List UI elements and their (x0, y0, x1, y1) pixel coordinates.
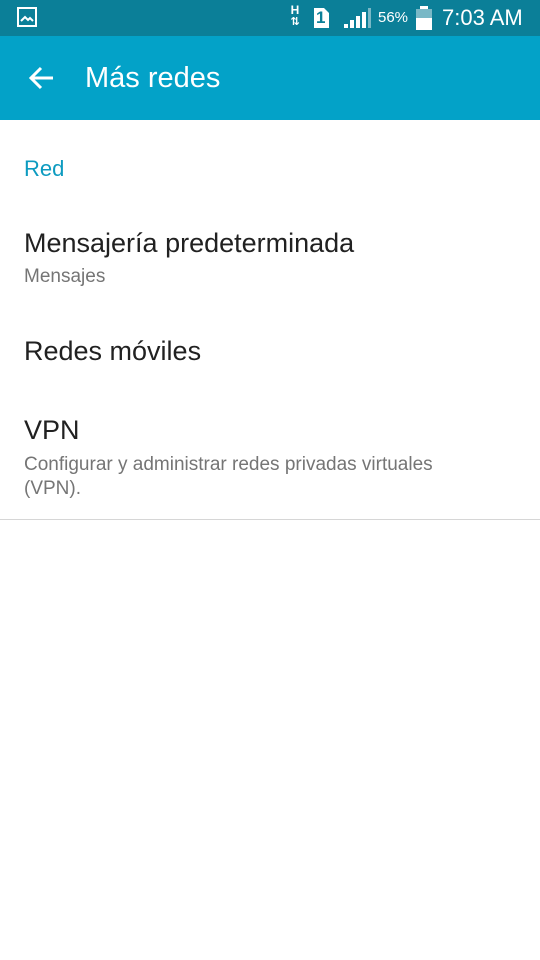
pref-title: VPN (24, 415, 80, 445)
arrow-left-icon (28, 66, 53, 90)
sim-slot-label: 1 (316, 8, 326, 27)
section-header-red: Red (24, 156, 65, 181)
network-type-indicator: H ⇅ (288, 4, 302, 32)
status-bar: H ⇅ 1 56% 7:03 AM (0, 0, 540, 36)
pref-title: Mensajería predeterminada (24, 228, 355, 258)
pref-title: Redes móviles (24, 336, 202, 366)
app-bar: Más redes (0, 36, 540, 120)
page-title: Más redes (85, 62, 221, 94)
clock: 7:03 AM (442, 5, 523, 30)
gallery-notification-icon (17, 7, 37, 27)
pref-summary: Configurar y administrar redes privadas … (24, 454, 433, 499)
pref-summary: Mensajes (24, 266, 106, 287)
pref-mobile-networks[interactable]: Redes móviles (0, 308, 540, 388)
pref-vpn[interactable]: VPN Configurar y administrar redes priva… (0, 388, 540, 516)
signal-strength-icon (344, 8, 371, 28)
network-type-label: H (290, 3, 300, 17)
battery-icon (416, 6, 432, 30)
data-activity-icon: ⇅ (290, 16, 300, 28)
battery-percent: 56% (378, 9, 409, 26)
sim-slot-icon: 1 (311, 7, 331, 29)
back-button[interactable] (20, 56, 64, 100)
divider (0, 519, 540, 520)
pref-default-messaging[interactable]: Mensajería predeterminada Mensajes (0, 212, 540, 308)
